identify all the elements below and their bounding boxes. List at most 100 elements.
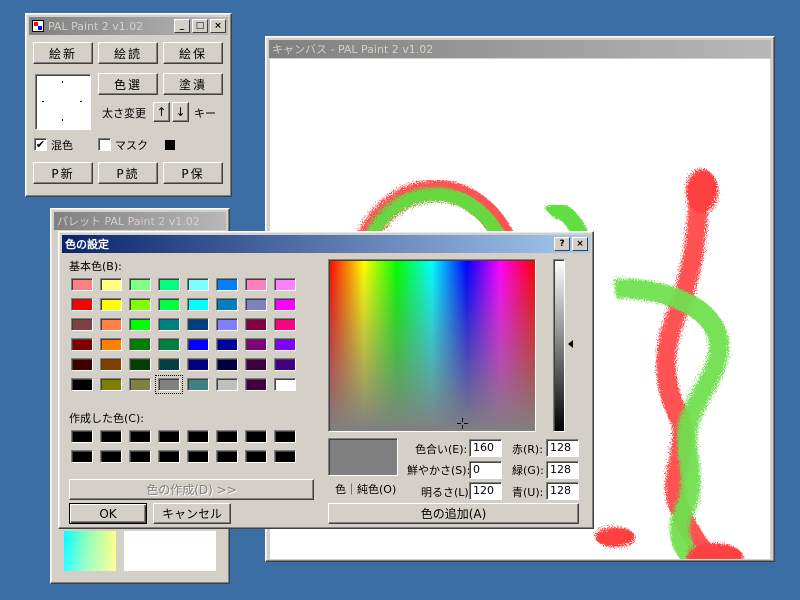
basic-color-swatch[interactable] [216, 298, 238, 311]
basic-color-swatch[interactable] [245, 318, 267, 331]
basic-color-swatch[interactable] [100, 378, 122, 391]
custom-color-swatch[interactable] [129, 450, 151, 463]
custom-color-swatch[interactable] [245, 450, 267, 463]
mask-checkbox[interactable] [98, 138, 111, 151]
basic-color-swatch[interactable] [71, 298, 93, 311]
custom-color-swatch[interactable] [187, 430, 209, 443]
basic-color-swatch[interactable] [274, 338, 296, 351]
minimize-icon[interactable]: _ [174, 19, 190, 33]
basic-color-swatch[interactable] [274, 378, 296, 391]
luminance-slider-arrow-icon[interactable] [568, 340, 573, 348]
cancel-button[interactable]: キャンセル [153, 503, 231, 524]
basic-color-swatch[interactable] [129, 358, 151, 371]
basic-color-swatch[interactable] [187, 378, 209, 391]
open-image-button[interactable]: 絵読 [98, 42, 158, 64]
custom-color-swatch[interactable] [274, 450, 296, 463]
blue-input[interactable]: 128 [546, 482, 579, 500]
basic-color-swatch[interactable] [100, 278, 122, 291]
save-image-button[interactable]: 絵保 [163, 42, 223, 64]
luminance-bar[interactable] [553, 259, 565, 432]
basic-color-swatch[interactable] [245, 298, 267, 311]
custom-color-swatch[interactable] [100, 450, 122, 463]
basic-color-swatch[interactable] [216, 338, 238, 351]
green-input[interactable]: 128 [546, 461, 579, 479]
red-input[interactable]: 128 [546, 439, 579, 457]
custom-color-swatch[interactable] [187, 450, 209, 463]
basic-color-swatch[interactable] [129, 378, 151, 391]
close-icon[interactable]: × [210, 19, 226, 33]
basic-color-swatch[interactable] [245, 338, 267, 351]
basic-color-swatch[interactable] [158, 298, 180, 311]
custom-color-swatch[interactable] [158, 430, 180, 443]
basic-color-swatch[interactable] [187, 338, 209, 351]
basic-color-swatch[interactable] [245, 358, 267, 371]
custom-color-swatch[interactable] [71, 430, 93, 443]
basic-color-swatch[interactable] [216, 318, 238, 331]
size-down-button[interactable]: ↓ [172, 102, 189, 122]
canvas-window-titlebar[interactable]: キャンバス - PAL Paint 2 v1.02 [269, 40, 771, 58]
fill-button[interactable]: 塗潰 [163, 73, 223, 95]
basic-color-swatch[interactable] [100, 318, 122, 331]
help-icon[interactable]: ? [554, 237, 570, 251]
basic-color-swatch[interactable] [129, 298, 151, 311]
ok-button[interactable]: OK [69, 503, 147, 524]
custom-color-swatch[interactable] [71, 450, 93, 463]
basic-color-swatch[interactable] [158, 338, 180, 351]
basic-color-swatch[interactable] [100, 358, 122, 371]
custom-color-swatch[interactable] [245, 430, 267, 443]
custom-color-swatch[interactable] [216, 430, 238, 443]
basic-color-swatch[interactable] [71, 378, 93, 391]
new-image-button[interactable]: 絵新 [33, 42, 93, 64]
custom-color-swatch[interactable] [274, 430, 296, 443]
mix-color-checkbox[interactable]: ✔ [34, 138, 47, 151]
basic-color-swatch[interactable] [216, 358, 238, 371]
open-palette-button[interactable]: P読 [98, 162, 158, 184]
custom-color-swatch[interactable] [216, 450, 238, 463]
tool-window-titlebar[interactable]: PAL Paint 2 v1.02 _ □ × [29, 17, 228, 35]
basic-color-swatch[interactable] [274, 318, 296, 331]
color-spectrum[interactable] [328, 259, 536, 432]
basic-color-swatch[interactable] [245, 278, 267, 291]
mask-color-swatch[interactable] [165, 140, 175, 150]
basic-color-swatch[interactable] [274, 358, 296, 371]
palette-window-titlebar[interactable]: パレット PAL Paint 2 v1.02 [54, 212, 226, 230]
basic-color-swatch[interactable] [100, 298, 122, 311]
color-solid-label[interactable]: 色｜純色(O) [335, 481, 396, 497]
custom-color-swatch[interactable] [129, 430, 151, 443]
hue-input[interactable]: 160 [469, 439, 502, 457]
size-up-button[interactable]: ↑ [153, 102, 170, 122]
custom-color-swatch[interactable] [100, 430, 122, 443]
basic-color-swatch[interactable] [187, 278, 209, 291]
basic-color-swatch[interactable] [71, 318, 93, 331]
basic-color-swatch[interactable] [274, 278, 296, 291]
basic-color-swatch[interactable] [100, 338, 122, 351]
maximize-icon[interactable]: □ [192, 19, 208, 33]
basic-color-swatch[interactable] [274, 298, 296, 311]
palette-gradient-swatches[interactable] [64, 531, 116, 571]
custom-color-swatch[interactable] [158, 450, 180, 463]
basic-color-swatch[interactable] [129, 318, 151, 331]
basic-color-swatch[interactable] [71, 338, 93, 351]
new-palette-button[interactable]: P新 [33, 162, 93, 184]
basic-color-swatch[interactable] [129, 278, 151, 291]
save-palette-button[interactable]: P保 [163, 162, 223, 184]
saturation-input[interactable]: 0 [469, 461, 502, 479]
basic-color-swatch[interactable] [187, 358, 209, 371]
basic-color-swatch[interactable] [187, 318, 209, 331]
basic-color-swatch[interactable] [245, 378, 267, 391]
luminance-input[interactable]: 120 [469, 482, 502, 500]
basic-color-swatch[interactable] [71, 278, 93, 291]
basic-color-swatch[interactable] [155, 375, 183, 394]
basic-color-swatch[interactable] [129, 338, 151, 351]
basic-color-swatch[interactable] [158, 358, 180, 371]
color-dialog-titlebar[interactable]: 色の設定 ? × [62, 235, 590, 253]
basic-color-swatch[interactable] [216, 278, 238, 291]
add-to-custom-colors-button[interactable]: 色の追加(A) [328, 503, 579, 524]
basic-color-swatch[interactable] [216, 378, 238, 391]
basic-color-swatch[interactable] [158, 278, 180, 291]
basic-color-swatch[interactable] [187, 298, 209, 311]
close-icon[interactable]: × [572, 237, 588, 251]
basic-color-swatch[interactable] [71, 358, 93, 371]
basic-color-swatch[interactable] [158, 318, 180, 331]
color-select-button[interactable]: 色選 [98, 73, 158, 95]
